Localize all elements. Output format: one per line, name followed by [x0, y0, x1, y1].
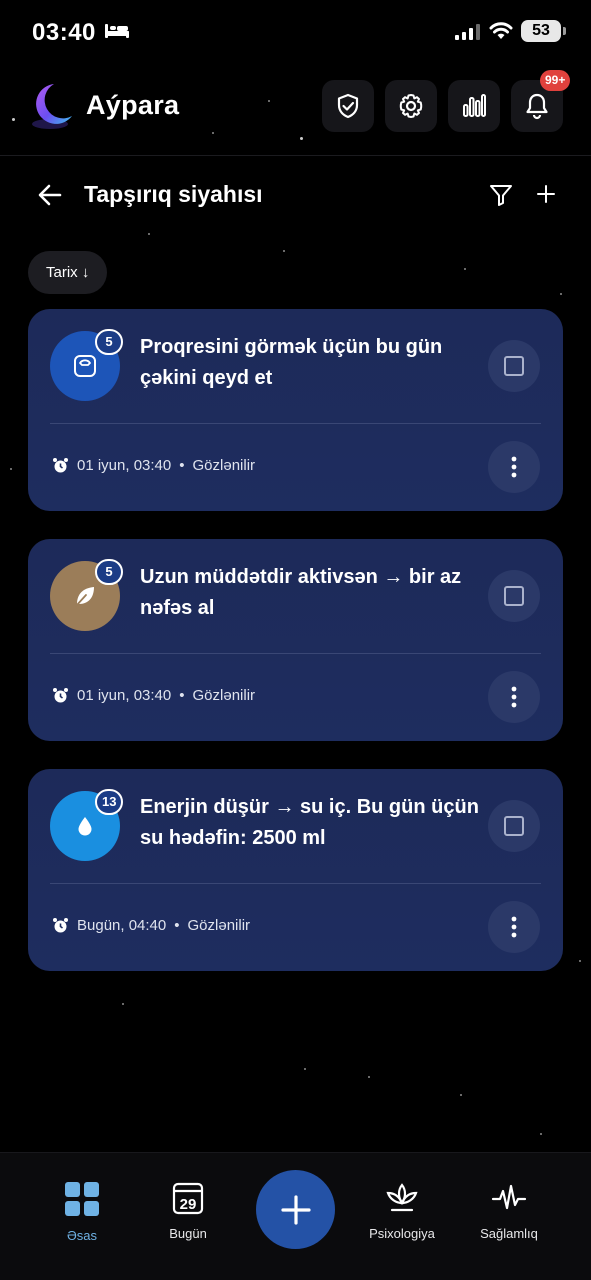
- task-meta: 01 iyun, 03:40 • Gözlənilir: [52, 687, 255, 704]
- task-meta: Bugün, 04:40 • Gözlənilir: [52, 917, 250, 934]
- status-time: 03:40: [32, 19, 96, 46]
- task-time: Bugün, 04:40: [77, 917, 167, 934]
- alarm-clock-icon: [53, 688, 68, 703]
- more-vertical-icon: [511, 916, 517, 938]
- task-time: 01 iyun, 03:40: [77, 457, 172, 474]
- nav-home[interactable]: Əsas: [27, 1181, 137, 1243]
- card-divider: [50, 883, 541, 884]
- task-card[interactable]: 5 Uzun müddətdir aktivsən → bir az nəfəs…: [28, 539, 563, 741]
- task-status: Gözlənilir: [192, 687, 256, 704]
- nav-psychology-label: Psixologiya: [369, 1226, 435, 1241]
- calendar-day: 29: [180, 1196, 197, 1213]
- card-divider: [50, 423, 541, 424]
- task-checkbox[interactable]: [488, 340, 540, 392]
- nav-health[interactable]: Sağlamlıq: [454, 1181, 564, 1241]
- more-vertical-icon: [511, 686, 517, 708]
- task-status: Gözlənilir: [187, 917, 251, 934]
- task-count-badge: 13: [95, 789, 124, 815]
- bar-chart-icon: [463, 94, 486, 117]
- moon-logo-icon: [32, 84, 72, 129]
- plus-icon: [280, 1194, 311, 1225]
- lotus-icon: [386, 1183, 418, 1212]
- nav-psychology[interactable]: Psixologiya: [347, 1181, 457, 1241]
- task-title: Proqresini görmək üçün bu gün çəkini qey…: [140, 336, 443, 389]
- checkbox-square: [504, 816, 524, 836]
- privacy-shield-button[interactable]: [322, 80, 374, 132]
- battery-indicator: 53: [521, 20, 566, 42]
- page-title: Tapşırıq siyahısı: [84, 181, 263, 207]
- task-more-button[interactable]: [488, 671, 540, 723]
- task-title: Enerjin düşür → su iç. Bu gün üçün su hə…: [140, 796, 479, 849]
- alarm-clock-icon: [53, 918, 68, 933]
- nav-today[interactable]: 29 Bugün: [133, 1181, 243, 1241]
- add-task-icon[interactable]: [535, 183, 557, 205]
- nav-home-label: Əsas: [66, 1228, 97, 1243]
- add-button[interactable]: [256, 1170, 335, 1249]
- pulse-icon: [491, 1184, 527, 1210]
- task-more-button[interactable]: [488, 441, 540, 493]
- checkbox-square: [504, 356, 524, 376]
- card-divider: [50, 653, 541, 654]
- settings-button[interactable]: [385, 80, 437, 132]
- sort-by-date-chip[interactable]: Tarix ↓: [28, 251, 108, 294]
- more-vertical-icon: [511, 456, 517, 478]
- back-arrow-icon[interactable]: [36, 181, 64, 209]
- task-status: Gözlənilir: [192, 457, 256, 474]
- task-count-badge: 5: [95, 559, 123, 585]
- task-checkbox[interactable]: [488, 800, 540, 852]
- task-card[interactable]: 13 Enerjin düşür → su iç. Bu gün üçün su…: [28, 769, 563, 971]
- calendar-icon: 29: [172, 1182, 204, 1215]
- bottom-navigation: Əsas 29 Bugün Psixologiya Sağlamlıq: [0, 1152, 591, 1280]
- meta-separator: •: [179, 687, 185, 704]
- statistics-button[interactable]: [448, 80, 500, 132]
- meta-separator: •: [179, 457, 185, 474]
- nav-today-label: Bugün: [169, 1226, 207, 1241]
- shield-check-icon: [337, 93, 359, 119]
- water-drop-icon: [78, 817, 92, 836]
- gear-icon: [399, 94, 423, 118]
- grid-home-icon: [65, 1182, 99, 1216]
- alarm-clock-icon: [53, 458, 68, 473]
- app-name: Aýpara: [86, 90, 180, 120]
- task-title: Uzun müddətdir aktivsən → bir az nəfəs a…: [140, 566, 462, 619]
- sleep-focus-icon: [105, 24, 129, 38]
- checkbox-square: [504, 586, 524, 606]
- scale-icon: [74, 355, 96, 377]
- notification-count-badge: 99+: [540, 70, 571, 91]
- bell-icon: [526, 93, 548, 120]
- task-more-button[interactable]: [488, 901, 540, 953]
- status-bar: 03:40 53: [0, 0, 591, 64]
- meta-separator: •: [174, 917, 180, 934]
- task-meta: 01 iyun, 03:40 • Gözlənilir: [52, 457, 255, 474]
- task-time: 01 iyun, 03:40: [77, 687, 172, 704]
- app-header: Aýpara 99+: [0, 70, 591, 156]
- nav-health-label: Sağlamlıq: [480, 1226, 538, 1241]
- leaf-icon: [75, 587, 94, 607]
- wifi-icon: [489, 22, 513, 39]
- task-checkbox[interactable]: [488, 570, 540, 622]
- page-title-bar: Tapşırıq siyahısı: [0, 170, 591, 220]
- filter-icon[interactable]: [488, 182, 514, 208]
- cellular-signal-icon: [455, 24, 480, 40]
- task-count-badge: 5: [95, 329, 123, 355]
- task-card[interactable]: 5 Proqresini görmək üçün bu gün çəkini q…: [28, 309, 563, 511]
